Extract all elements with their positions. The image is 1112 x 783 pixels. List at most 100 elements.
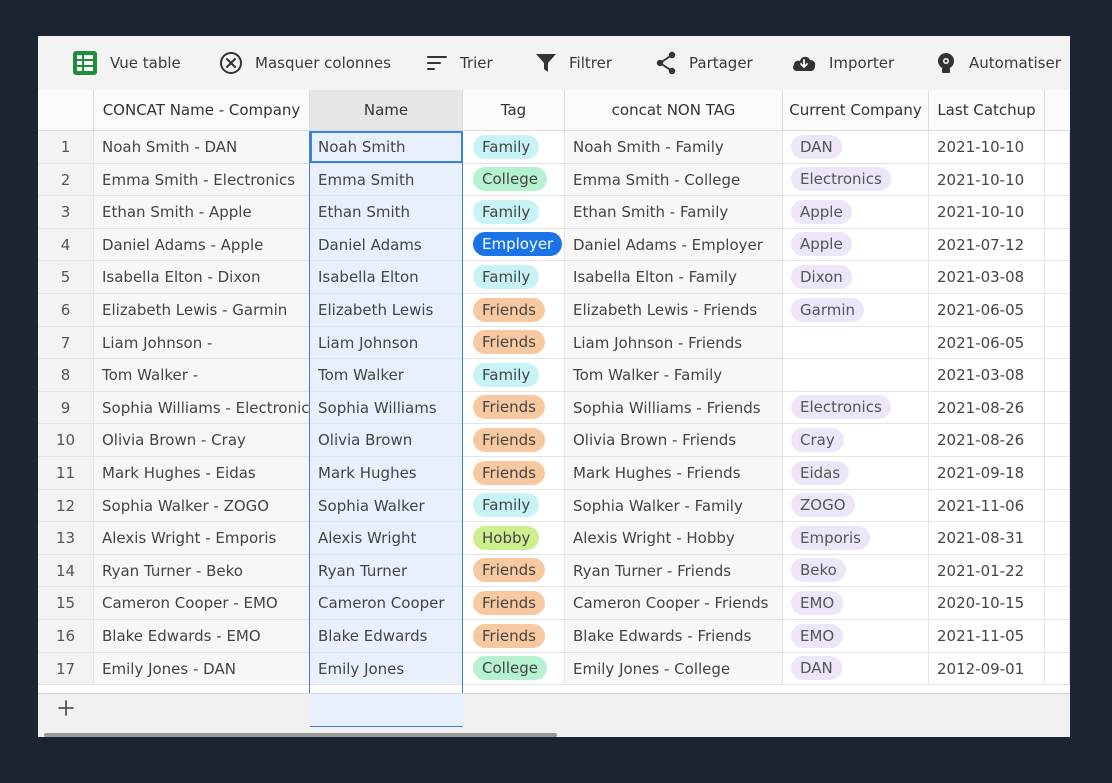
last-catchup-cell[interactable]: 2020-10-15 <box>929 587 1045 620</box>
name-cell[interactable]: Sophia Williams <box>310 391 463 425</box>
current-company-cell[interactable]: Eidas <box>783 457 929 490</box>
empty-cell[interactable] <box>1045 424 1070 457</box>
current-company-cell[interactable]: DAN <box>783 652 929 686</box>
row-number[interactable]: 4 <box>38 228 94 262</box>
current-company-cell[interactable] <box>783 326 929 360</box>
name-cell[interactable]: Ryan Turner <box>310 554 463 588</box>
row-number[interactable]: 13 <box>38 522 94 555</box>
column-header-last-catchup[interactable]: Last Catchup <box>929 90 1045 130</box>
last-catchup-cell[interactable]: 2021-11-06 <box>929 489 1045 523</box>
tag-cell[interactable]: Family <box>463 261 565 294</box>
empty-cell[interactable] <box>1045 359 1070 392</box>
tag-cell[interactable]: Employer <box>463 228 565 262</box>
tag-cell[interactable]: Friends <box>463 391 565 425</box>
last-catchup-cell[interactable]: 2021-10-10 <box>929 163 1045 197</box>
empty-cell[interactable] <box>1045 294 1070 327</box>
current-company-cell[interactable]: DAN <box>783 131 929 164</box>
row-number[interactable]: 16 <box>38 620 94 653</box>
empty-cell[interactable] <box>1045 587 1070 620</box>
name-cell[interactable]: Isabella Elton <box>310 261 463 294</box>
concat-non-tag-cell[interactable]: Emily Jones - College <box>565 652 783 686</box>
name-cell[interactable]: Tom Walker <box>310 359 463 392</box>
tag-cell[interactable]: Family <box>463 359 565 392</box>
last-catchup-cell[interactable]: 2021-11-05 <box>929 620 1045 653</box>
last-catchup-cell[interactable]: 2021-10-10 <box>929 131 1045 164</box>
row-number[interactable]: 2 <box>38 163 94 197</box>
column-header-concat-non-tag[interactable]: concat NON TAG <box>565 90 783 130</box>
concat-non-tag-cell[interactable]: Olivia Brown - Friends <box>565 424 783 457</box>
name-cell[interactable]: Blake Edwards <box>310 620 463 653</box>
row-number[interactable]: 10 <box>38 424 94 457</box>
name-cell[interactable]: Alexis Wright <box>310 522 463 555</box>
last-catchup-cell[interactable]: 2021-06-05 <box>929 326 1045 360</box>
concat-name-company-cell[interactable]: Alexis Wright - Emporis <box>94 522 310 555</box>
concat-non-tag-cell[interactable]: Sophia Williams - Friends <box>565 391 783 425</box>
last-catchup-cell[interactable]: 2021-03-08 <box>929 261 1045 294</box>
last-catchup-cell[interactable]: 2021-03-08 <box>929 359 1045 392</box>
empty-cell[interactable] <box>1045 620 1070 653</box>
tag-cell[interactable]: Family <box>463 489 565 523</box>
row-number[interactable]: 1 <box>38 131 94 164</box>
tag-cell[interactable]: Friends <box>463 457 565 490</box>
last-catchup-cell[interactable]: 2021-08-26 <box>929 424 1045 457</box>
name-cell[interactable]: Mark Hughes <box>310 457 463 490</box>
import-button[interactable]: Importer <box>791 36 894 90</box>
last-catchup-cell[interactable]: 2012-09-01 <box>929 652 1045 686</box>
concat-name-company-cell[interactable]: Isabella Elton - Dixon <box>94 261 310 294</box>
concat-non-tag-cell[interactable]: Mark Hughes - Friends <box>565 457 783 490</box>
row-number[interactable]: 9 <box>38 391 94 425</box>
name-cell[interactable]: Ethan Smith <box>310 196 463 229</box>
current-company-cell[interactable]: Electronics <box>783 163 929 197</box>
concat-non-tag-cell[interactable]: Elizabeth Lewis - Friends <box>565 294 783 327</box>
concat-name-company-cell[interactable]: Cameron Cooper - EMO <box>94 587 310 620</box>
hide-columns-button[interactable]: Masquer colonnes <box>219 36 391 90</box>
name-cell[interactable]: Emma Smith <box>310 163 463 197</box>
tag-cell[interactable]: College <box>463 652 565 686</box>
empty-cell[interactable] <box>1045 391 1070 425</box>
concat-non-tag-cell[interactable]: Sophia Walker - Family <box>565 489 783 523</box>
empty-cell[interactable] <box>1045 326 1070 360</box>
concat-name-company-cell[interactable]: Emma Smith - Electronics <box>94 163 310 197</box>
last-catchup-cell[interactable]: 2021-10-10 <box>929 196 1045 229</box>
concat-name-company-cell[interactable]: Mark Hughes - Eidas <box>94 457 310 490</box>
tag-cell[interactable]: Hobby <box>463 522 565 555</box>
last-catchup-cell[interactable]: 2021-01-22 <box>929 554 1045 588</box>
column-header-current-company[interactable]: Current Company <box>783 90 929 130</box>
empty-cell[interactable] <box>1045 228 1070 262</box>
concat-name-company-cell[interactable]: Daniel Adams - Apple <box>94 228 310 262</box>
concat-name-company-cell[interactable]: Ryan Turner - Beko <box>94 554 310 588</box>
concat-name-company-cell[interactable]: Emily Jones - DAN <box>94 652 310 686</box>
last-catchup-cell[interactable]: 2021-08-31 <box>929 522 1045 555</box>
concat-non-tag-cell[interactable]: Blake Edwards - Friends <box>565 620 783 653</box>
current-company-cell[interactable]: Dixon <box>783 261 929 294</box>
current-company-cell[interactable]: Apple <box>783 196 929 229</box>
name-cell[interactable]: Liam Johnson <box>310 326 463 360</box>
concat-name-company-cell[interactable]: Olivia Brown - Cray <box>94 424 310 457</box>
sort-button[interactable]: Trier <box>426 36 493 90</box>
empty-cell[interactable] <box>1045 163 1070 197</box>
current-company-cell[interactable]: ZOGO <box>783 489 929 523</box>
empty-cell[interactable] <box>1045 196 1070 229</box>
row-number[interactable]: 3 <box>38 196 94 229</box>
concat-name-company-cell[interactable]: Noah Smith - DAN <box>94 131 310 164</box>
current-company-cell[interactable]: Emporis <box>783 522 929 555</box>
tag-cell[interactable]: Friends <box>463 326 565 360</box>
concat-name-company-cell[interactable]: Sophia Walker - ZOGO <box>94 489 310 523</box>
empty-cell[interactable] <box>1045 131 1070 164</box>
column-header-concat[interactable]: CONCAT Name - Company <box>94 90 310 130</box>
row-number[interactable]: 12 <box>38 489 94 523</box>
concat-non-tag-cell[interactable]: Ryan Turner - Friends <box>565 554 783 588</box>
empty-cell[interactable] <box>1045 489 1070 523</box>
concat-name-company-cell[interactable]: Ethan Smith - Apple <box>94 196 310 229</box>
name-cell[interactable]: Emily Jones <box>310 652 463 686</box>
tag-cell[interactable]: Friends <box>463 587 565 620</box>
row-number[interactable]: 14 <box>38 554 94 588</box>
share-button[interactable]: Partager <box>655 36 753 90</box>
last-catchup-cell[interactable]: 2021-08-26 <box>929 391 1045 425</box>
current-company-cell[interactable]: Beko <box>783 554 929 588</box>
concat-non-tag-cell[interactable]: Cameron Cooper - Friends <box>565 587 783 620</box>
concat-name-company-cell[interactable]: Elizabeth Lewis - Garmin <box>94 294 310 327</box>
concat-non-tag-cell[interactable]: Liam Johnson - Friends <box>565 326 783 360</box>
concat-non-tag-cell[interactable]: Noah Smith - Family <box>565 131 783 164</box>
tag-cell[interactable]: Friends <box>463 294 565 327</box>
